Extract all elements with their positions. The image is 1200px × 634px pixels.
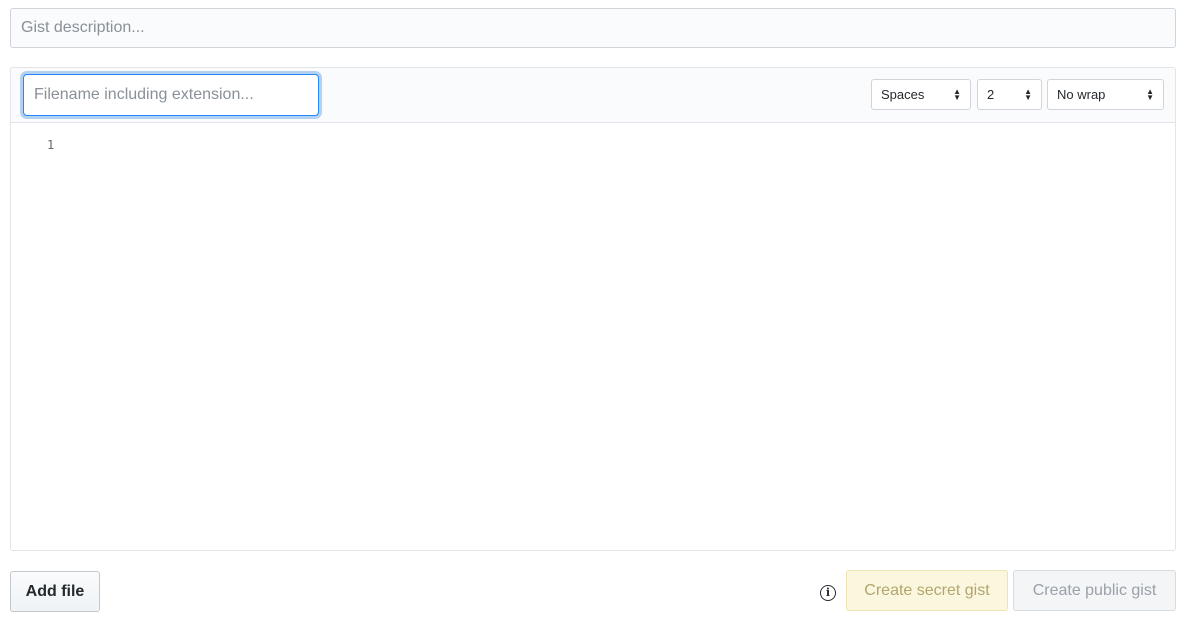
code-editor[interactable]: 1 (11, 123, 1175, 550)
select-arrows-icon: ▲ ▼ (1146, 86, 1154, 102)
gist-description-input[interactable] (10, 8, 1176, 48)
wrap-mode-value: No wrap (1057, 87, 1106, 102)
filename-input[interactable] (23, 74, 319, 116)
select-arrows-icon: ▲ ▼ (1024, 86, 1032, 102)
indent-mode-select[interactable]: Spaces ▲ ▼ (871, 79, 971, 110)
add-file-button[interactable]: Add file (10, 571, 100, 612)
info-circle-icon[interactable]: i (820, 585, 836, 601)
file-editor-box: Spaces ▲▼ 2 ▲▼ No wrap ▲▼ 1 (10, 67, 1176, 551)
file-header: Spaces ▲▼ 2 ▲▼ No wrap ▲▼ (11, 68, 1175, 123)
wrap-mode-select[interactable]: No wrap ▲ ▼ (1047, 79, 1164, 110)
indent-size-select[interactable]: 2 ▲ ▼ (977, 79, 1042, 110)
create-secret-gist-button[interactable]: Create secret gist (846, 570, 1008, 611)
create-public-gist-button[interactable]: Create public gist (1013, 570, 1176, 611)
select-arrows-icon: ▲ ▼ (953, 86, 961, 102)
indent-size-value: 2 (987, 87, 995, 102)
line-number: 1 (47, 138, 55, 152)
indent-mode-value: Spaces (881, 87, 925, 102)
